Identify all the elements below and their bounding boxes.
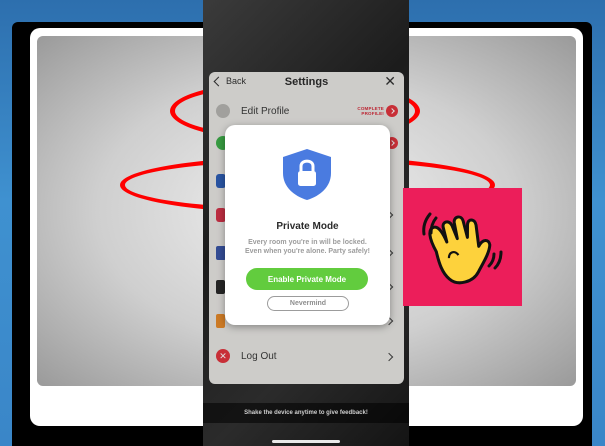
avatar-icon	[216, 104, 230, 118]
dialog-title: Private Mode	[276, 221, 339, 232]
logout-label[interactable]: Log Out	[241, 351, 277, 362]
complete-profile-button[interactable]	[386, 105, 398, 117]
waving-hand-icon	[422, 212, 503, 285]
chevron-right-icon	[384, 352, 394, 362]
document-icon	[216, 280, 225, 294]
dialog-description: Every room you're in will be locked. Eve…	[245, 239, 370, 255]
edit-profile-label: Edit Profile	[241, 105, 290, 117]
enable-private-mode-button[interactable]: Enable Private Mode	[246, 268, 368, 290]
settings-title: Settings	[284, 76, 329, 88]
settings-header: Back Settings ✕	[209, 72, 404, 94]
settings-row-edit-profile[interactable]: Edit Profile COMPLETE PROFILE!	[209, 96, 404, 126]
complete-profile-badge: COMPLETE PROFILE!	[357, 106, 384, 116]
chevron-right-icon	[388, 108, 395, 114]
close-icon[interactable]: ✕	[384, 73, 396, 89]
shield-lock-icon	[283, 149, 331, 200]
phone-screen: Back Settings ✕ Edit Profile COMPLETE PR…	[203, 0, 409, 446]
home-indicator[interactable]	[272, 440, 340, 443]
logout-icon: ✕	[216, 349, 230, 363]
private-mode-dialog: Private Mode Every room you're in will b…	[225, 125, 390, 325]
feedback-hint: Shake the device anytime to give feedbac…	[203, 403, 409, 423]
brand-logo-card	[403, 188, 522, 306]
orange-row-icon	[216, 314, 225, 328]
nevermind-button[interactable]: Nevermind	[267, 296, 349, 311]
